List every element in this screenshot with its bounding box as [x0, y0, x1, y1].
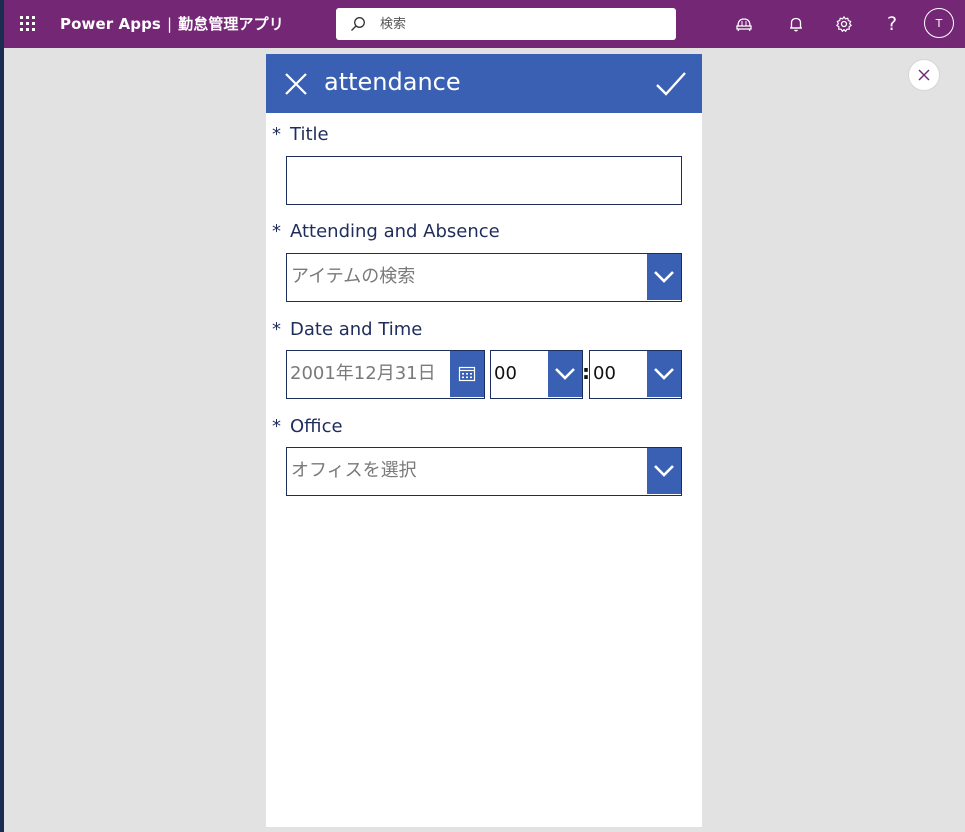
attendance-label: * Attending and Absence [272, 221, 500, 242]
app-name[interactable]: Power Apps [60, 15, 161, 33]
attendance-combobox[interactable]: アイテムの検索 [286, 253, 682, 302]
datetime-label-text: Date and Time [290, 319, 423, 340]
top-bar: Power Apps | 勤怠管理アプリ ? T [4, 0, 965, 48]
notifications-button[interactable] [782, 10, 810, 38]
required-marker: * [272, 124, 281, 145]
remote-assist-button[interactable] [730, 10, 758, 38]
office-placeholder[interactable]: オフィスを選択 [291, 448, 417, 494]
form-title: attendance [324, 68, 461, 96]
attendance-dropdown-button[interactable] [647, 254, 681, 300]
check-icon[interactable] [654, 68, 688, 100]
office-combobox[interactable]: オフィスを選択 [286, 447, 682, 496]
hour-dropdown-button[interactable] [548, 351, 582, 397]
help-icon: ? [886, 12, 898, 35]
office-dropdown-button[interactable] [647, 448, 681, 494]
app-title: 勤怠管理アプリ [178, 15, 284, 33]
required-marker: * [272, 319, 281, 340]
close-panel-button[interactable] [908, 59, 940, 91]
bell-icon [790, 17, 802, 32]
minute-value: 00 [593, 363, 616, 384]
minute-dropdown-button[interactable] [647, 351, 681, 397]
search-input[interactable] [378, 15, 652, 33]
title-label: * Title [272, 124, 329, 145]
close-icon[interactable] [282, 70, 310, 98]
help-button[interactable]: ? [878, 10, 906, 38]
minute-dropdown[interactable]: 00 [589, 350, 682, 399]
title-input[interactable] [287, 157, 681, 204]
title-label-text: Title [290, 124, 329, 145]
form-header: attendance [266, 54, 702, 113]
avatar[interactable]: T [924, 8, 954, 38]
search-box[interactable] [336, 8, 676, 40]
attendance-label-text: Attending and Absence [290, 221, 500, 242]
office-label: * Office [272, 416, 343, 437]
gear-icon [836, 16, 852, 32]
hour-value: 00 [494, 363, 517, 384]
waffle-icon[interactable] [18, 14, 38, 34]
chevron-down-icon [654, 368, 674, 380]
brand-separator: | [166, 15, 173, 33]
brand: Power Apps | 勤怠管理アプリ [60, 13, 284, 34]
calendar-button[interactable] [450, 351, 484, 397]
datetime-label: * Date and Time [272, 319, 422, 340]
settings-button[interactable] [830, 10, 858, 38]
hour-dropdown[interactable]: 00 [490, 350, 583, 399]
date-value[interactable]: 2001年12月31日 [290, 351, 448, 397]
office-label-text: Office [290, 416, 343, 437]
chevron-down-icon [654, 465, 674, 477]
search-icon [351, 17, 365, 31]
app-canvas: attendance * Title * Attending and Absen… [266, 54, 702, 827]
chevron-down-icon [654, 271, 674, 283]
remote-assist-icon [736, 18, 752, 32]
calendar-icon [458, 366, 476, 382]
date-picker[interactable]: 2001年12月31日 [286, 350, 485, 399]
attendance-search-placeholder[interactable]: アイテムの検索 [291, 254, 415, 300]
required-marker: * [272, 416, 281, 437]
title-field[interactable] [286, 156, 682, 205]
left-edge-strip [0, 0, 4, 832]
chevron-down-icon [555, 368, 575, 380]
required-marker: * [272, 221, 281, 242]
close-icon [918, 69, 930, 81]
